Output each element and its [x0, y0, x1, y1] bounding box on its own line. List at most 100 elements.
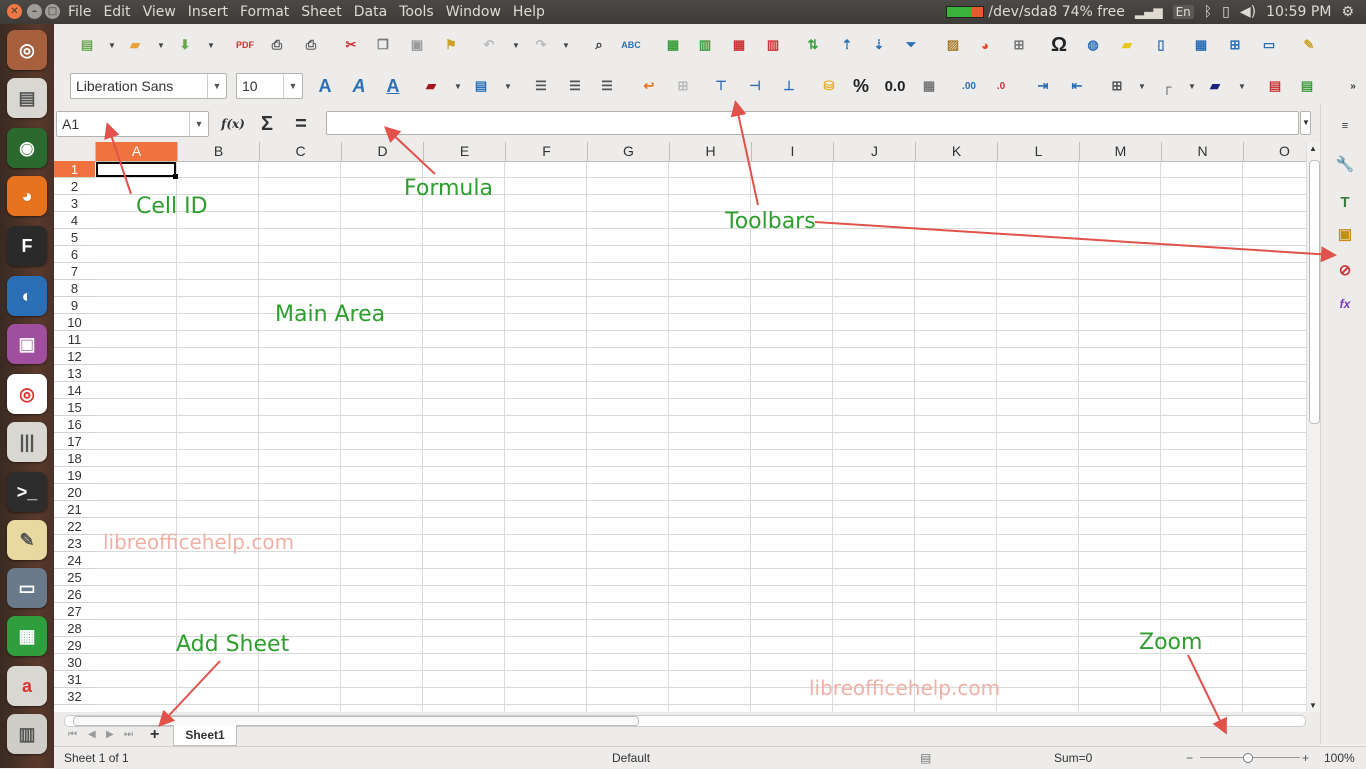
redo-dropdown-icon[interactable]: ▼: [562, 41, 570, 50]
save-dropdown-icon[interactable]: ▼: [207, 41, 215, 50]
text-editor-icon[interactable]: ✎: [7, 520, 47, 560]
menu-file[interactable]: File: [62, 0, 97, 24]
gallery-icon[interactable]: ▣: [1333, 222, 1357, 246]
menu-window[interactable]: Window: [440, 0, 507, 24]
borders-dropdown-icon[interactable]: ▼: [1138, 82, 1146, 91]
settings-app-icon[interactable]: |||: [7, 422, 47, 462]
toolbar-overflow-icon[interactable]: »: [1342, 75, 1364, 97]
clone-formatting-icon[interactable]: ⚑: [440, 34, 462, 56]
expand-formula-bar-button[interactable]: ▼: [1300, 111, 1311, 135]
column-header-a[interactable]: A: [96, 142, 178, 161]
properties-wrench-icon[interactable]: 🔧: [1333, 152, 1357, 176]
navigator-icon[interactable]: ⊘: [1333, 258, 1357, 282]
number-format-button[interactable]: 0.0: [884, 75, 906, 97]
freeze-rows-columns-icon[interactable]: ⊞: [1224, 34, 1246, 56]
disk-app-icon[interactable]: ◐: [7, 276, 47, 316]
spelling-icon[interactable]: ABC: [620, 34, 642, 56]
column-header-i[interactable]: I: [752, 142, 834, 161]
date-format-icon[interactable]: ▦: [918, 75, 940, 97]
page-style[interactable]: Default: [612, 751, 650, 765]
chrome-icon[interactable]: ◎: [7, 374, 47, 414]
amazon-icon[interactable]: a: [7, 666, 47, 706]
column-header-c[interactable]: C: [260, 142, 342, 161]
row-header-15[interactable]: 15: [54, 399, 95, 416]
headers-footers-icon[interactable]: ▯: [1150, 34, 1172, 56]
row-header-4[interactable]: 4: [54, 212, 95, 229]
volume-icon[interactable]: ◀): [1240, 4, 1256, 20]
row-header-26[interactable]: 26: [54, 586, 95, 603]
menu-edit[interactable]: Edit: [97, 0, 136, 24]
font-size-combo[interactable]: 10 ▼: [236, 73, 303, 99]
sum-display[interactable]: Sum=0: [1054, 751, 1092, 765]
previous-sheet-icon[interactable]: ◀: [88, 729, 96, 740]
column-header-l[interactable]: L: [998, 142, 1080, 161]
zoom-out-button[interactable]: −: [1186, 751, 1193, 765]
row-header-1[interactable]: 1: [54, 161, 95, 178]
find-replace-icon[interactable]: ⌕: [588, 34, 610, 56]
column-header-d[interactable]: D: [342, 142, 424, 161]
font-name-combo[interactable]: Liberation Sans ▼: [70, 73, 227, 99]
row-header-2[interactable]: 2: [54, 178, 95, 195]
undo-dropdown-icon[interactable]: ▼: [512, 41, 520, 50]
special-character-icon[interactable]: Ω: [1048, 34, 1070, 56]
export-pdf-icon[interactable]: PDF: [234, 34, 256, 56]
open-dropdown-icon[interactable]: ▼: [157, 41, 165, 50]
new-dropdown-icon[interactable]: ▼: [108, 41, 116, 50]
column-header-b[interactable]: B: [178, 142, 260, 161]
wrap-text-icon[interactable]: ↩: [638, 75, 660, 97]
row-header-19[interactable]: 19: [54, 467, 95, 484]
row-header-30[interactable]: 30: [54, 654, 95, 671]
horizontal-scroll-thumb[interactable]: [73, 716, 639, 726]
menu-view[interactable]: View: [137, 0, 182, 24]
row-header-20[interactable]: 20: [54, 484, 95, 501]
row-header-5[interactable]: 5: [54, 229, 95, 246]
row-header-13[interactable]: 13: [54, 365, 95, 382]
menu-tools[interactable]: Tools: [393, 0, 440, 24]
battery-icon[interactable]: ▯: [1222, 4, 1230, 20]
column-header-o[interactable]: O: [1244, 142, 1306, 161]
name-box[interactable]: A1 ▼: [56, 111, 209, 137]
row-header-6[interactable]: 6: [54, 246, 95, 263]
column-header-k[interactable]: K: [916, 142, 998, 161]
insert-image-icon[interactable]: ▨: [942, 34, 964, 56]
last-sheet-icon[interactable]: ⏭: [124, 729, 133, 740]
first-sheet-icon[interactable]: ⏮: [68, 729, 77, 740]
maximize-window-button[interactable]: □: [45, 4, 60, 19]
delete-row-icon[interactable]: ▦: [728, 34, 750, 56]
menu-help[interactable]: Help: [507, 0, 551, 24]
align-center-icon[interactable]: ☰: [564, 75, 586, 97]
sort-descending-icon[interactable]: ⇣: [868, 34, 890, 56]
terminal-icon[interactable]: >_: [7, 472, 47, 512]
row-header-29[interactable]: 29: [54, 637, 95, 654]
installer-icon[interactable]: ▭: [7, 568, 47, 608]
row-header-24[interactable]: 24: [54, 552, 95, 569]
row-header-7[interactable]: 7: [54, 263, 95, 280]
row-header-16[interactable]: 16: [54, 416, 95, 433]
scroll-down-icon[interactable]: ▼: [1309, 701, 1317, 710]
pivot-table-icon[interactable]: ⊞: [1008, 34, 1030, 56]
border-color-dropdown-icon[interactable]: ▼: [1238, 82, 1246, 91]
borders-icon[interactable]: ⊞: [1106, 75, 1128, 97]
center-vertically-icon[interactable]: ⊣: [744, 75, 766, 97]
column-header-e[interactable]: E: [424, 142, 506, 161]
f-app-icon[interactable]: F: [7, 226, 47, 266]
border-style-icon[interactable]: ┌: [1156, 75, 1178, 97]
row-header-10[interactable]: 10: [54, 314, 95, 331]
network-icon[interactable]: ▂▄▆: [1135, 5, 1163, 19]
row-header-27[interactable]: 27: [54, 603, 95, 620]
close-window-button[interactable]: ✕: [7, 4, 22, 19]
conditional-format-icon[interactable]: ▤: [1264, 75, 1286, 97]
paste-icon[interactable]: ▣: [406, 34, 428, 56]
row-header-18[interactable]: 18: [54, 450, 95, 467]
align-left-icon[interactable]: ☰: [530, 75, 552, 97]
sum-button[interactable]: Σ: [256, 113, 278, 135]
align-right-icon[interactable]: ☰: [596, 75, 618, 97]
row-header-17[interactable]: 17: [54, 433, 95, 450]
row-header-8[interactable]: 8: [54, 280, 95, 297]
border-style-dropdown-icon[interactable]: ▼: [1188, 82, 1196, 91]
media-app-icon[interactable]: ▣: [7, 324, 47, 364]
define-print-area-icon[interactable]: ▦: [1190, 34, 1212, 56]
add-sheet-button[interactable]: +: [150, 726, 159, 744]
column-header-m[interactable]: M: [1080, 142, 1162, 161]
redo-icon[interactable]: ↷: [530, 34, 552, 56]
